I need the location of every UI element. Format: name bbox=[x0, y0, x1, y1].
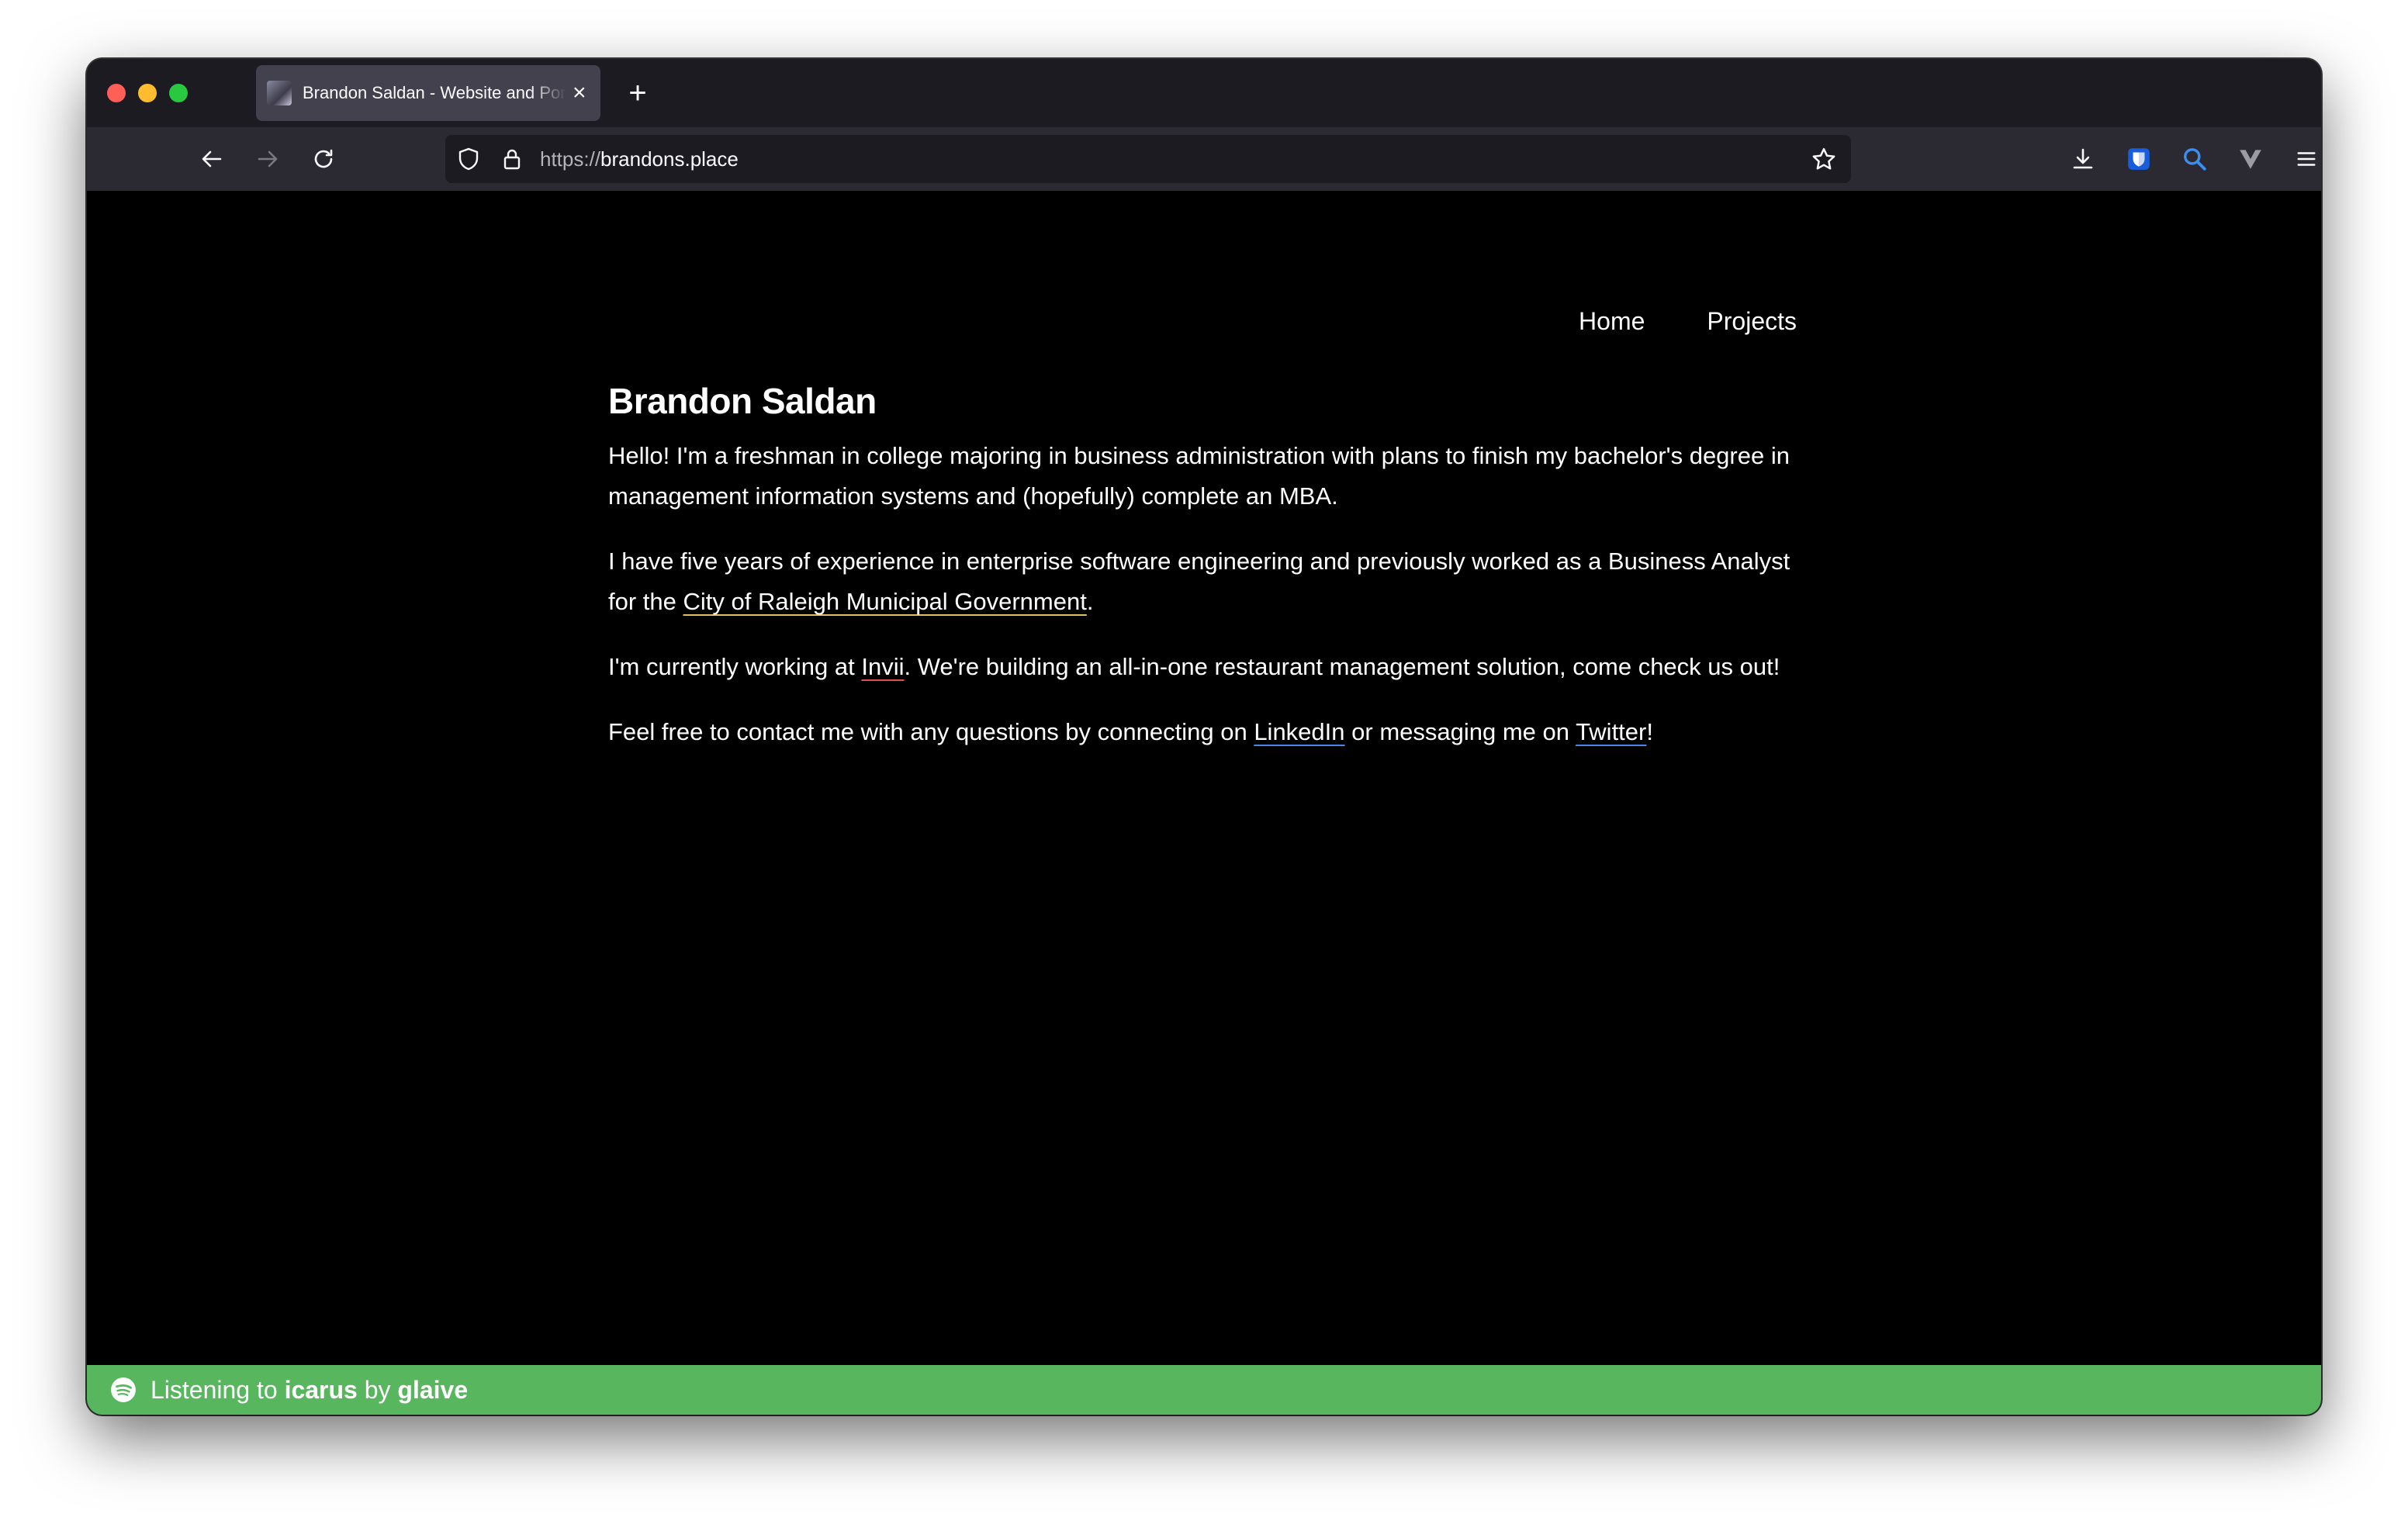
download-icon bbox=[2073, 148, 2093, 169]
spotify-now-playing-bar: Listening to icarus by glaive bbox=[87, 1365, 2321, 1415]
nav-link-projects[interactable]: Projects bbox=[1707, 307, 1797, 336]
tracking-protection-shield-icon[interactable] bbox=[456, 147, 481, 171]
linkedin-link[interactable]: LinkedIn bbox=[1254, 718, 1344, 745]
intro-paragraph: Hello! I'm a freshman in college majorin… bbox=[608, 442, 1790, 510]
navigation-toolbar: https://brandons.place bbox=[87, 127, 2321, 191]
tab-active[interactable]: Brandon Saldan - Website and Portfolio × bbox=[256, 65, 600, 121]
contact-paragraph: Feel free to contact me with any questio… bbox=[608, 712, 1818, 752]
invii-link[interactable]: Invii bbox=[861, 653, 904, 680]
current-work-paragraph: I'm currently working at Invii. We're bu… bbox=[608, 647, 1818, 687]
twitter-link[interactable]: Twitter bbox=[1576, 718, 1646, 745]
forward-arrow-icon bbox=[258, 150, 278, 168]
search-extension-button[interactable] bbox=[2171, 135, 2219, 183]
bookmark-star-icon[interactable] bbox=[1811, 147, 1837, 173]
now-playing-by: by bbox=[357, 1375, 398, 1404]
site-favicon-icon bbox=[267, 81, 292, 105]
bitwarden-shield-icon bbox=[2128, 148, 2150, 170]
contact-text-before: Feel free to contact me with any questio… bbox=[608, 718, 1254, 745]
hamburger-menu-icon bbox=[2297, 152, 2316, 166]
reload-button[interactable] bbox=[299, 135, 348, 183]
web-page: Home Projects Brandon Saldan Hello! I'm … bbox=[87, 191, 2321, 1370]
tab-strip: Brandon Saldan - Website and Portfolio ×… bbox=[87, 59, 2321, 127]
url-scheme: https:// bbox=[540, 147, 601, 171]
url-bar[interactable]: https://brandons.place bbox=[445, 135, 1851, 183]
back-arrow-icon bbox=[202, 150, 222, 168]
main-content: Brandon Saldan Hello! I'm a freshman in … bbox=[608, 380, 1818, 777]
close-window-button[interactable] bbox=[107, 84, 126, 102]
search-icon bbox=[2184, 148, 2206, 171]
now-playing-artist: glaive bbox=[397, 1375, 469, 1404]
minimize-window-button[interactable] bbox=[138, 84, 157, 102]
page-title: Brandon Saldan bbox=[608, 381, 877, 421]
url-host: brandons.place bbox=[600, 147, 739, 171]
tab-title: Brandon Saldan - Website and Portfolio bbox=[303, 83, 566, 102]
lock-icon[interactable] bbox=[500, 147, 524, 171]
spotify-icon bbox=[111, 1377, 136, 1402]
now-playing-prefix: Listening to bbox=[150, 1375, 285, 1404]
downloads-button[interactable] bbox=[2059, 135, 2107, 183]
current-work-text-after: . We're building an all-in-one restauran… bbox=[904, 653, 1780, 680]
reload-icon bbox=[314, 149, 333, 168]
now-playing-track: icarus bbox=[284, 1375, 358, 1404]
city-of-raleigh-link[interactable]: City of Raleigh Municipal Government bbox=[683, 588, 1087, 615]
zoom-window-button[interactable] bbox=[169, 84, 188, 102]
new-tab-button[interactable]: + bbox=[614, 70, 661, 116]
nav-link-home[interactable]: Home bbox=[1579, 307, 1645, 336]
experience-text-after: . bbox=[1086, 588, 1094, 615]
url-text[interactable]: https://brandons.place bbox=[540, 135, 739, 183]
experience-paragraph: I have five years of experience in enter… bbox=[608, 541, 1818, 622]
current-work-text-before: I'm currently working at bbox=[608, 653, 862, 680]
contact-text-middle: or messaging me on bbox=[1344, 718, 1576, 745]
vue-logo-icon bbox=[2240, 150, 2261, 169]
site-navigation: Home Projects bbox=[1579, 307, 1797, 336]
tab-close-icon[interactable]: × bbox=[573, 81, 586, 105]
vue-devtools-button[interactable] bbox=[2226, 135, 2275, 183]
browser-window: Brandon Saldan - Website and Portfolio ×… bbox=[87, 59, 2321, 1415]
bitwarden-extension-button[interactable] bbox=[2115, 135, 2163, 183]
contact-text-after: ! bbox=[1646, 718, 1653, 745]
back-button[interactable] bbox=[188, 135, 236, 183]
app-menu-button[interactable] bbox=[2282, 135, 2321, 183]
forward-button[interactable] bbox=[244, 135, 292, 183]
